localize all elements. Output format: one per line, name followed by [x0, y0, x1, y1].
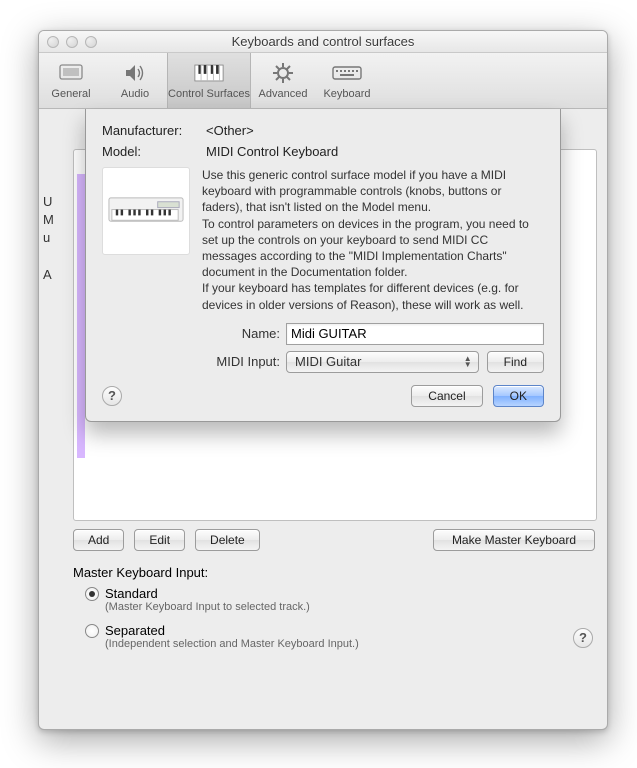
- midi-keyboard-icon: [107, 192, 185, 231]
- separated-radio-label: Separated: [105, 623, 165, 638]
- control-surfaces-tab[interactable]: Control Surfaces: [167, 52, 251, 108]
- chevron-updown-icon: ▲▼: [464, 356, 472, 368]
- gear-icon: [268, 60, 298, 86]
- manufacturer-value: <Other>: [206, 123, 544, 138]
- speaker-icon: [120, 60, 150, 86]
- preferences-toolbar: General Audio Control Surfaces Advanced …: [39, 53, 607, 109]
- make-master-keyboard-button[interactable]: Make Master Keyboard: [433, 529, 595, 551]
- delete-button[interactable]: Delete: [195, 529, 260, 551]
- name-input[interactable]: [286, 323, 544, 345]
- device-description: Use this generic control surface model i…: [202, 167, 544, 373]
- find-button[interactable]: Find: [487, 351, 544, 373]
- general-tab-label: General: [51, 88, 90, 100]
- midi-input-select[interactable]: MIDI Guitar ▲▼: [286, 351, 479, 373]
- add-device-sheet: Manufacturer: <Other> Model: MIDI Contro…: [85, 109, 561, 422]
- separated-radio-row[interactable]: Separated: [85, 623, 595, 638]
- radio-icon: [85, 587, 99, 601]
- add-button[interactable]: Add: [73, 529, 124, 551]
- preferences-window: Keyboards and control surfaces General A…: [38, 30, 608, 730]
- cancel-button[interactable]: Cancel: [411, 385, 482, 407]
- edit-button[interactable]: Edit: [134, 529, 185, 551]
- sheet-help-button[interactable]: ?: [102, 386, 122, 406]
- audio-tab-label: Audio: [121, 88, 149, 100]
- master-keyboard-label: Master Keyboard Input:: [73, 565, 595, 580]
- window-title: Keyboards and control surfaces: [39, 34, 607, 49]
- manufacturer-label: Manufacturer:: [102, 123, 206, 138]
- keyboard-tab-label: Keyboard: [323, 88, 370, 100]
- standard-radio-row[interactable]: Standard: [85, 586, 595, 601]
- advanced-tab-label: Advanced: [259, 88, 308, 100]
- midi-input-label: MIDI Input:: [202, 353, 286, 371]
- standard-radio-label: Standard: [105, 586, 158, 601]
- ok-button[interactable]: OK: [493, 385, 544, 407]
- device-thumbnail: [102, 167, 190, 255]
- titlebar: Keyboards and control surfaces: [39, 31, 607, 53]
- general-icon: [56, 60, 86, 86]
- name-field-label: Name:: [202, 325, 286, 343]
- radio-icon: [85, 624, 99, 638]
- standard-radio-sub: (Master Keyboard Input to selected track…: [105, 601, 595, 613]
- model-label: Model:: [102, 144, 206, 159]
- control-surfaces-tab-label: Control Surfaces: [168, 88, 250, 100]
- midi-input-selected: MIDI Guitar: [295, 353, 361, 371]
- typing-keyboard-icon: [332, 60, 362, 86]
- separated-radio-sub: (Independent selection and Master Keyboa…: [105, 638, 595, 650]
- keyboard-tab[interactable]: Keyboard: [315, 52, 379, 108]
- audio-tab[interactable]: Audio: [103, 52, 167, 108]
- obscured-background-text: U M u A: [43, 193, 54, 284]
- model-value: MIDI Control Keyboard: [206, 144, 544, 159]
- master-keyboard-section: Master Keyboard Input: Standard (Master …: [73, 565, 595, 650]
- advanced-tab[interactable]: Advanced: [251, 52, 315, 108]
- piano-keys-icon: [194, 60, 224, 86]
- general-tab[interactable]: General: [39, 52, 103, 108]
- help-button[interactable]: ?: [573, 628, 593, 648]
